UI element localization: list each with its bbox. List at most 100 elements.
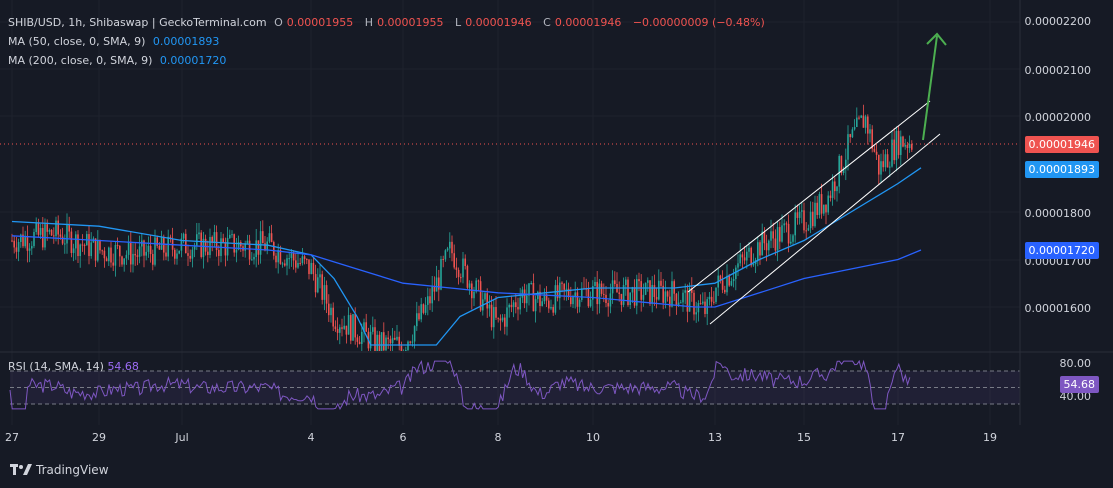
tradingview-logo[interactable]: TradingView — [10, 463, 109, 477]
candle-body-323 — [721, 280, 724, 290]
candle-body-53 — [127, 241, 130, 255]
high-label: H — [364, 16, 374, 29]
candle-body-212 — [477, 280, 480, 282]
candle-body-174 — [394, 337, 396, 340]
candle-body-399 — [889, 166, 891, 168]
candle-body-191 — [431, 286, 433, 304]
brand-name: TradingView — [36, 463, 109, 477]
candle-body-205 — [462, 258, 464, 278]
candle-body-328 — [732, 279, 735, 282]
candle-body-71 — [167, 236, 169, 257]
candle-body-344 — [768, 240, 770, 251]
candle-body-58 — [138, 246, 141, 257]
candle-body-318 — [710, 296, 713, 302]
candle-body-267 — [598, 283, 601, 305]
candle-body-345 — [770, 231, 772, 241]
candle-body-207 — [466, 266, 469, 288]
candle-body-258 — [578, 299, 581, 307]
symbol-label[interactable]: SHIB/USD, 1h, Shibaswap | GeckoTerminal.… — [8, 16, 267, 29]
candle-body-84 — [196, 234, 198, 246]
candle-body-62 — [147, 245, 150, 252]
candle-body-170 — [385, 337, 387, 351]
candle-body-360 — [803, 210, 805, 231]
candle-body-363 — [809, 211, 812, 229]
candle-body-42 — [103, 250, 106, 259]
candle-body-179 — [405, 349, 407, 351]
candle-body-98 — [226, 238, 229, 256]
y-tick-3: 0.00001800 — [1024, 207, 1091, 220]
candle-body-25 — [66, 224, 68, 244]
candle-body-225 — [506, 307, 508, 327]
candle-body-271 — [607, 303, 609, 307]
candle-body-32 — [81, 244, 84, 246]
low-value: 0.00001946 — [465, 16, 532, 29]
candle-body-188 — [424, 304, 427, 313]
candle-body-204 — [460, 277, 462, 279]
candle-body-158 — [358, 341, 361, 344]
candle-body-128 — [292, 253, 295, 261]
candle-body-245 — [550, 306, 552, 309]
candle-body-108 — [248, 240, 251, 260]
ma50-legend[interactable]: MA (50, close, 0, SMA, 9) 0.00001893 — [8, 35, 223, 48]
candle-body-18 — [50, 230, 53, 236]
candle-body-279 — [625, 279, 627, 286]
candle-body-23 — [61, 236, 64, 244]
candle-body-401 — [893, 139, 895, 161]
candle-body-172 — [389, 339, 392, 344]
candle-body-143 — [325, 285, 328, 304]
candle-body-102 — [235, 249, 238, 253]
candle-body-119 — [273, 242, 275, 256]
candle-body-215 — [484, 293, 486, 300]
candle-body-185 — [418, 313, 420, 320]
candle-body-364 — [812, 211, 814, 227]
candle-body-52 — [125, 254, 128, 259]
candle-body-386 — [860, 115, 862, 118]
candle-body-28 — [72, 248, 75, 254]
price-chart[interactable] — [0, 0, 1113, 488]
candle-body-79 — [185, 233, 187, 254]
candle-body-56 — [134, 253, 136, 256]
candle-body-298 — [666, 291, 669, 297]
ma200-label: MA (200, close, 0, SMA, 9) — [8, 54, 153, 67]
candle-body-247 — [554, 285, 557, 313]
candle-body-366 — [816, 202, 818, 216]
candle-body-238 — [534, 299, 537, 312]
candle-body-313 — [699, 303, 702, 305]
candle-body-341 — [761, 231, 763, 256]
candle-body-29 — [75, 234, 77, 249]
candle-body-302 — [675, 293, 678, 306]
ma200-legend[interactable]: MA (200, close, 0, SMA, 9) 0.00001720 — [8, 54, 230, 67]
candle-body-252 — [565, 288, 568, 290]
candle-body-30 — [77, 234, 79, 257]
candle-body-100 — [231, 234, 233, 236]
open-value: 0.00001955 — [286, 16, 354, 29]
candle-body-195 — [440, 259, 442, 290]
candle-body-41 — [101, 250, 103, 252]
candle-body-357 — [796, 212, 799, 218]
candle-body-305 — [682, 292, 684, 303]
candle-body-180 — [407, 341, 409, 350]
ohlc-legend: SHIB/USD, 1h, Shibaswap | GeckoTerminal.… — [8, 16, 769, 29]
candle-body-352 — [785, 223, 788, 225]
candle-body-134 — [306, 258, 308, 260]
candle-body-140 — [319, 274, 321, 278]
candle-body-148 — [336, 329, 339, 333]
candle-body-74 — [174, 249, 176, 259]
candle-body-273 — [611, 280, 614, 294]
candle-body-0 — [11, 240, 13, 242]
candle-body-372 — [829, 195, 832, 198]
candle-body-131 — [299, 262, 301, 264]
candle-body-229 — [515, 302, 517, 308]
candle-body-1 — [13, 240, 15, 248]
x-tick-0: 27 — [5, 431, 19, 444]
candle-body-38 — [94, 238, 97, 261]
candle-body-164 — [372, 327, 374, 332]
rsi-legend[interactable]: RSI (14, SMA, 14) 54.68 — [8, 360, 139, 373]
candle-body-198 — [446, 248, 449, 251]
candle-body-368 — [820, 194, 823, 214]
candle-body-353 — [787, 223, 790, 244]
x-tick-5: 8 — [494, 431, 502, 444]
candle-body-289 — [647, 280, 649, 283]
candle-body-129 — [295, 260, 297, 268]
candle-body-66 — [156, 237, 158, 246]
